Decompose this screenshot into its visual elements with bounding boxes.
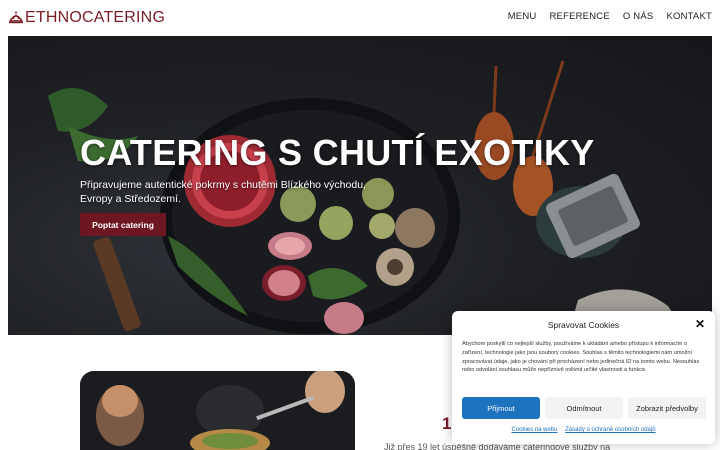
request-catering-button[interactable]: Poptat catering — [80, 213, 166, 236]
logo[interactable]: ETHNOCATERING — [8, 9, 165, 27]
nav-reference[interactable]: REFERENCE — [549, 11, 609, 22]
brand-name: ETHNOCATERING — [25, 9, 166, 26]
cookie-title: Spravovat Cookies — [547, 320, 620, 330]
cookie-links: Cookies na webu Zásady o ochraně osobníc… — [452, 427, 715, 433]
cookie-description: Abychom poskytli co nejlepší služby, pou… — [462, 341, 700, 374]
site-header: ETHNOCATERING MENU REFERENCE O NÁS KONTA… — [0, 0, 720, 36]
main-nav: MENU REFERENCE O NÁS KONTAKT — [508, 11, 712, 22]
privacy-policy-link[interactable]: Zásady o ochraně osobních údajů — [565, 427, 655, 433]
cookie-consent-dialog: Spravovat Cookies ✕ Abychom poskytli co … — [452, 311, 715, 444]
event-photo — [80, 371, 355, 450]
view-preferences-button[interactable]: Zobrazit předvolby — [628, 397, 706, 419]
hero-subtitle: Připravujeme autentické pokrmy s chutěmi… — [80, 179, 366, 205]
nav-kontakt[interactable]: KONTAKT — [666, 11, 712, 22]
cloche-logo-icon — [8, 11, 24, 24]
page: ETHNOCATERING MENU REFERENCE O NÁS KONTA… — [0, 0, 720, 450]
nav-menu[interactable]: MENU — [508, 11, 537, 22]
nav-o-nas[interactable]: O NÁS — [623, 11, 654, 22]
accept-cookies-button[interactable]: Přijmout — [462, 397, 540, 419]
hero-banner: CATERING S CHUTÍ EXOTIKY Připravujeme au… — [8, 36, 712, 335]
cookie-buttons: Přijmout Odmítnout Zobrazit předvolby — [462, 397, 706, 419]
hero-title: CATERING S CHUTÍ EXOTIKY — [80, 132, 595, 173]
cookies-policy-link[interactable]: Cookies na webu — [511, 427, 557, 433]
close-icon[interactable]: ✕ — [695, 318, 705, 330]
chef-serving-image — [80, 371, 355, 450]
deny-cookies-button[interactable]: Odmítnout — [545, 397, 623, 419]
